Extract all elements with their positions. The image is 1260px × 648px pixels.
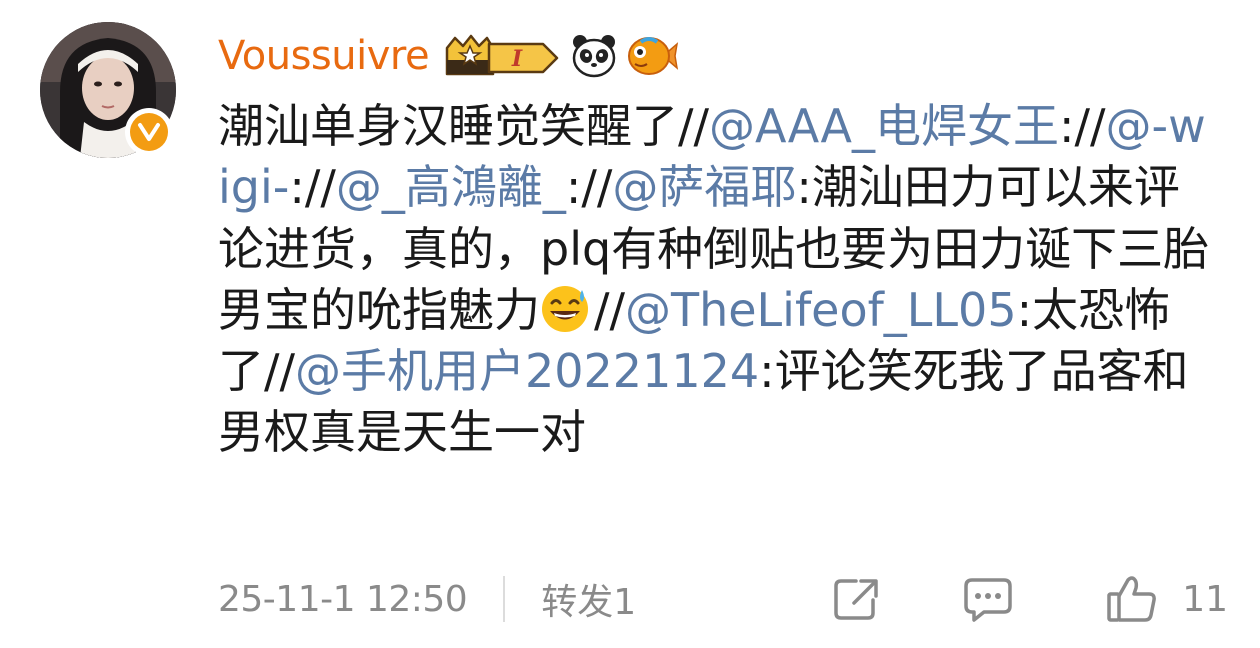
text-segment: :// bbox=[289, 160, 336, 215]
text-segment: // bbox=[594, 282, 625, 337]
svg-text:I: I bbox=[511, 46, 523, 72]
post-content: 潮汕单身汉睡觉笑醒了//@AAA_电焊女王://@-wigi-://@_高鴻離_… bbox=[218, 96, 1218, 464]
crown-level-badge[interactable]: I bbox=[443, 34, 561, 78]
panda-badge[interactable] bbox=[571, 34, 617, 78]
text-segment: 潮汕单身汉睡觉笑醒了// bbox=[218, 99, 709, 153]
text-segment: // bbox=[1074, 99, 1106, 153]
mention-link[interactable]: @_高鴻離_ bbox=[336, 160, 566, 214]
verified-v-badge bbox=[125, 108, 173, 156]
mention-link[interactable]: @AAA_电焊女王 bbox=[709, 99, 1059, 153]
repost-button[interactable]: 转发1 bbox=[541, 573, 636, 625]
like-count: 11 bbox=[1182, 578, 1228, 620]
post-footer: 25-11-1 12:50 转发1 11 bbox=[218, 572, 1228, 626]
comment-icon[interactable] bbox=[962, 576, 1014, 622]
badges: I bbox=[443, 34, 679, 78]
fish-badge[interactable] bbox=[627, 34, 679, 78]
mention-link[interactable]: @手机用户20221124 bbox=[295, 344, 759, 398]
thumbs-up-icon[interactable] bbox=[1106, 574, 1158, 624]
share-icon[interactable] bbox=[832, 576, 880, 622]
username[interactable]: Voussuivre bbox=[218, 33, 430, 79]
text-segment: : bbox=[1058, 99, 1075, 153]
text-segment: :// bbox=[565, 160, 613, 215]
sweat-smile-emoji bbox=[540, 284, 590, 334]
username-row: Voussuivre I bbox=[218, 26, 679, 86]
divider bbox=[503, 576, 506, 622]
action-bar: 11 bbox=[832, 574, 1228, 624]
mention-link[interactable]: @TheLifeof_LL05 bbox=[625, 283, 1017, 337]
timestamp: 25-11-1 12:50 bbox=[218, 578, 468, 620]
mention-link[interactable]: @萨福耶 bbox=[612, 160, 796, 214]
